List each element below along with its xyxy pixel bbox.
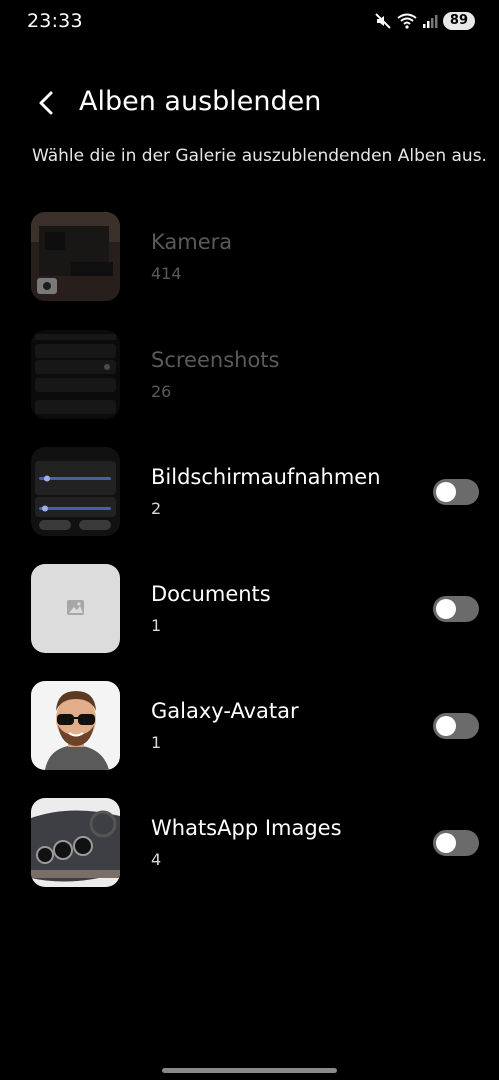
album-thumbnail-kamera <box>31 212 120 301</box>
album-count: 1 <box>151 733 162 752</box>
album-row-documents[interactable]: Documents 1 <box>0 564 499 654</box>
toggle-knob <box>436 833 456 853</box>
album-thumbnail-documents <box>31 564 120 653</box>
wifi-icon <box>397 13 417 29</box>
avatar-icon <box>45 691 109 770</box>
album-count: 4 <box>151 850 162 869</box>
album-thumbnail-galaxy-avatar <box>31 681 120 770</box>
hide-toggle-bildschirmaufnahmen[interactable] <box>433 479 479 505</box>
battery-badge: 89 <box>442 12 475 30</box>
album-row-galaxy-avatar[interactable]: Galaxy-Avatar 1 <box>0 681 499 771</box>
album-thumbnail-screenshots <box>31 330 120 419</box>
status-bar: 23:33 89 <box>0 0 499 46</box>
album-thumbnail-whatsapp-images <box>31 798 120 887</box>
album-name: Galaxy-Avatar <box>151 699 299 723</box>
back-arrow-icon[interactable] <box>34 90 60 116</box>
page-title: Alben ausblenden <box>79 86 322 117</box>
page-description: Wähle die in der Galerie auszublendenden… <box>32 146 487 166</box>
mute-icon <box>375 13 391 29</box>
album-name: Bildschirmaufnahmen <box>151 465 381 489</box>
album-count: 1 <box>151 616 162 635</box>
gesture-navigation-bar[interactable] <box>162 1068 337 1073</box>
hide-toggle-galaxy-avatar[interactable] <box>433 713 479 739</box>
album-count: 414 <box>151 264 182 283</box>
hide-toggle-documents[interactable] <box>433 596 479 622</box>
album-row-screenshots: Screenshots 26 <box>0 330 499 420</box>
album-row-kamera: Kamera 414 <box>0 212 499 302</box>
album-thumbnail-bildschirmaufnahmen <box>31 447 120 536</box>
album-row-bildschirmaufnahmen[interactable]: Bildschirmaufnahmen 2 <box>0 447 499 537</box>
album-name: Kamera <box>151 230 233 254</box>
toggle-knob <box>436 599 456 619</box>
album-name: Screenshots <box>151 348 280 372</box>
album-count: 26 <box>151 382 172 401</box>
signal-icon <box>422 15 438 28</box>
status-time: 23:33 <box>27 10 83 32</box>
album-count: 2 <box>151 499 162 518</box>
toggle-knob <box>436 716 456 736</box>
toggle-knob <box>436 482 456 502</box>
album-name: Documents <box>151 582 271 606</box>
hide-toggle-whatsapp-images[interactable] <box>433 830 479 856</box>
header: Alben ausblenden <box>0 80 499 128</box>
album-name: WhatsApp Images <box>151 816 342 840</box>
image-placeholder-icon <box>67 600 84 615</box>
album-row-whatsapp-images[interactable]: WhatsApp Images 4 <box>0 798 499 888</box>
status-icons: 89 <box>374 12 475 30</box>
